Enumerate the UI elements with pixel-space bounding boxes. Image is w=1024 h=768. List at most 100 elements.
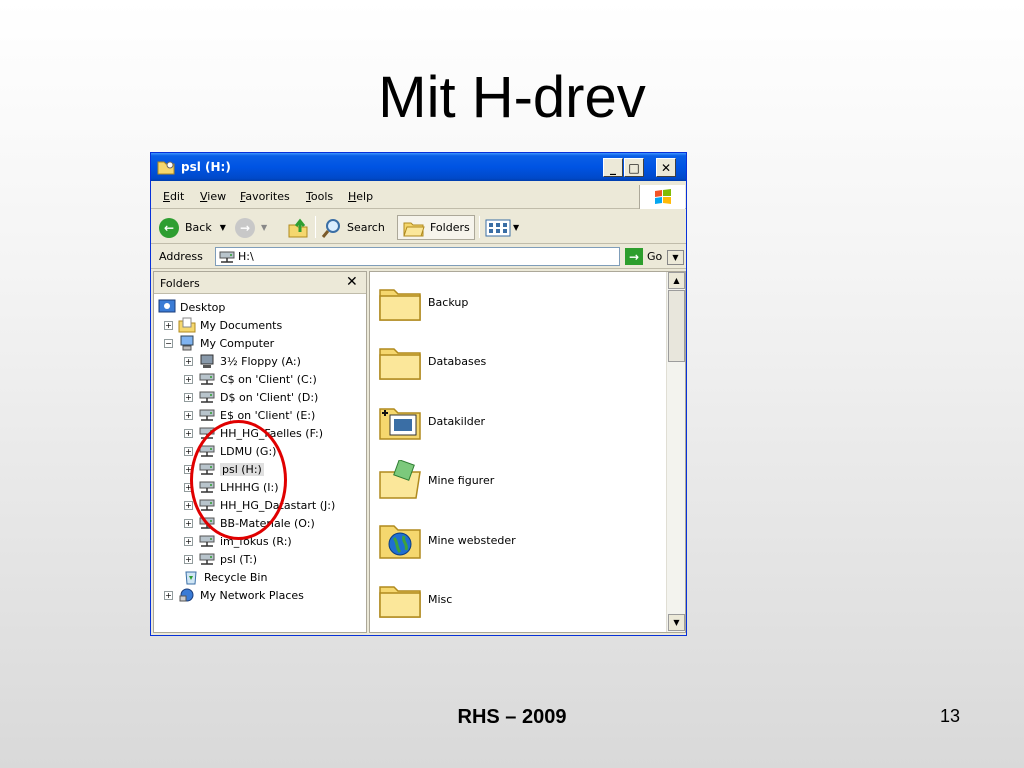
floppy-icon [200,354,214,368]
explorer-window: psl (H:) _ □ ✕ Edit View Favorites Tools… [150,152,687,636]
folder-icon [379,348,421,380]
network-drive-icon [199,373,215,385]
tree-item-drive[interactable]: + psl (T:) [184,550,257,568]
tree-item-my-network-places[interactable]: + My Network Places [164,586,304,604]
desktop-icon [158,299,176,313]
title-bar[interactable]: psl (H:) _ □ ✕ [151,153,686,181]
go-arrow-icon: → [625,248,643,265]
window-title: psl (H:) [181,160,231,174]
folders-pane-title: Folders [160,277,200,290]
address-value: H:\ [238,250,254,263]
websites-folder-icon [379,525,421,559]
close-icon[interactable]: ✕ [346,274,358,290]
vertical-scrollbar[interactable]: ▲ ▼ [666,272,685,632]
expand-icon[interactable]: + [184,374,193,384]
recycle-bin-icon [185,571,197,585]
expand-icon[interactable]: + [184,356,193,366]
scroll-down-button[interactable]: ▼ [668,614,685,631]
file-item-backup[interactable]: Backup [378,278,468,326]
scroll-thumb[interactable] [668,290,685,362]
expand-icon[interactable]: + [184,536,193,546]
toolbar: ← Back ▼ → ▼ Search Folders ▼ [151,211,686,244]
menu-view[interactable]: View [200,190,226,203]
expand-icon[interactable]: + [184,446,193,456]
views-icon [485,219,511,236]
maximize-button[interactable]: □ [624,158,644,177]
tree-item-my-computer[interactable]: − My Computer [164,334,274,352]
views-button[interactable]: ▼ [485,215,519,240]
slide-title: Mit H-drev [378,65,646,130]
file-item-datakilder[interactable]: Datakilder [378,397,485,445]
go-button[interactable]: → Go [625,248,662,265]
back-arrow-icon: ← [159,217,179,238]
network-drive-icon [199,391,215,403]
toolbar-separator [479,216,480,238]
network-drive-icon [199,553,215,565]
network-places-icon [179,588,194,602]
expand-icon[interactable]: + [164,590,173,600]
content-pane: Backup Databases Datakilder Mine figurer… [369,271,686,633]
search-icon [321,218,340,238]
up-folder-icon [288,218,308,237]
network-drive-icon [219,251,235,263]
folder-icon [379,289,421,321]
menu-help[interactable]: Help [348,190,373,203]
tree-item-my-documents[interactable]: + My Documents [164,316,282,334]
minimize-button[interactable]: _ [603,158,623,177]
menu-bar: Edit View Favorites Tools Help [151,185,686,209]
file-item-mine-websteder[interactable]: Mine websteder [378,516,516,564]
expand-icon[interactable]: + [184,554,193,564]
chevron-down-icon: ▼ [672,253,679,262]
expand-icon[interactable]: + [184,518,193,528]
computer-icon [180,335,194,351]
menu-edit[interactable]: Edit [163,190,184,203]
expand-icon[interactable]: + [184,428,193,438]
go-label: Go [647,250,663,263]
toolbar-separator [315,216,316,238]
file-item-mine-figurer[interactable]: Mine figurer [378,456,494,504]
windows-logo-icon [639,185,685,209]
up-folder-button[interactable] [287,215,309,240]
tree-item-drive[interactable]: + D$ on 'Client' (D:) [184,388,318,406]
tree-item-label: 3½ Floppy (A:) [220,354,301,368]
tree-item-label: C$ on 'Client' (C:) [220,372,317,386]
back-label: Back [185,221,212,234]
search-label: Search [347,221,385,234]
scroll-up-button[interactable]: ▲ [668,272,685,289]
address-label: Address [159,250,203,263]
close-button[interactable]: ✕ [656,158,676,177]
expand-icon[interactable]: + [184,392,193,402]
file-item-databases[interactable]: Databases [378,337,486,385]
collapse-icon[interactable]: − [164,338,173,348]
chevron-down-icon: ▼ [513,223,520,232]
forward-button[interactable]: → ▼ [235,215,267,240]
folders-pane-header: Folders ✕ [154,272,366,294]
expand-icon[interactable]: + [164,320,173,330]
tree-item-drive[interactable]: +3½ Floppy (A:) [184,352,301,370]
chevron-down-icon: ▼ [261,223,268,232]
tree-item-label: psl (T:) [220,552,258,566]
data-sources-folder-icon [379,408,421,440]
address-dropdown-button[interactable]: ▼ [667,250,684,265]
file-item-misc[interactable]: Misc [378,575,452,623]
folder-open-icon [157,161,175,175]
folders-button[interactable]: Folders [397,215,475,240]
address-input[interactable]: H:\ ▼ [215,247,684,266]
folder-icon [379,586,421,618]
expand-icon[interactable]: + [184,410,193,420]
tree-item-recycle-bin[interactable]: Recycle Bin [182,568,267,586]
chevron-down-icon: ▼ [219,223,226,232]
network-drive-icon [199,535,215,547]
menu-tools[interactable]: Tools [306,190,333,203]
expand-icon[interactable]: + [184,500,193,510]
tree-item-label: D$ on 'Client' (D:) [220,390,319,404]
back-button[interactable]: ← Back ▼ [159,215,226,240]
menu-favorites[interactable]: Favorites [240,190,290,203]
forward-arrow-icon: → [235,217,255,238]
tree-item-drive[interactable]: + C$ on 'Client' (C:) [184,370,317,388]
slide-page-number: 13 [939,706,961,726]
annotation-circle [190,420,287,540]
search-button[interactable]: Search [321,215,385,240]
network-drive-icon [199,409,215,421]
tree-item-desktop[interactable]: Desktop [158,298,225,316]
